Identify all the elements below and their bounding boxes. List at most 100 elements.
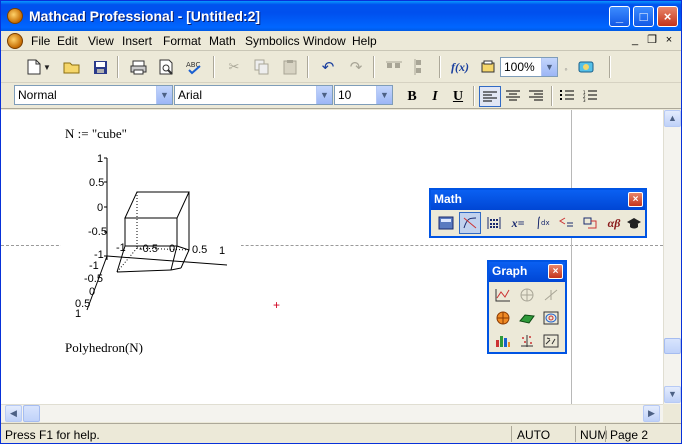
- evaluation-icon[interactable]: x=: [507, 212, 529, 234]
- font-size-select[interactable]: 10 ▼: [334, 85, 393, 105]
- menu-view[interactable]: View: [88, 34, 114, 48]
- x-tick-label: 0: [169, 243, 176, 255]
- doc-minimize-button[interactable]: _: [627, 33, 643, 48]
- paste-clipboard-icon[interactable]: [279, 56, 301, 78]
- align-left-button[interactable]: [479, 86, 501, 107]
- bold-button[interactable]: B: [401, 86, 423, 107]
- copy-icon[interactable]: [251, 56, 273, 78]
- window-title: Mathcad Professional - [Untitled:2]: [29, 8, 261, 24]
- document-icon[interactable]: [7, 33, 23, 49]
- function-call-region[interactable]: Polyhedron(N): [65, 340, 143, 356]
- toolbar-separator: [473, 86, 475, 106]
- align-center-button[interactable]: [502, 86, 524, 107]
- surface-plot-icon[interactable]: [516, 307, 538, 329]
- minimize-button[interactable]: _: [609, 6, 630, 27]
- mathcad-app-icon[interactable]: [7, 8, 23, 24]
- new-dropdown-arrow-icon[interactable]: ▼: [41, 56, 53, 78]
- 3d-bar-icon[interactable]: [492, 330, 514, 352]
- maximize-button[interactable]: □: [633, 6, 654, 27]
- math-palette-titlebar[interactable]: Math ×: [431, 190, 645, 210]
- 3d-plot-region[interactable]: 1 0.5 0 -0.5 -1 -1 -0.5 0 0.5 1 -1 -0.5 …: [61, 150, 241, 320]
- italic-button[interactable]: I: [424, 86, 446, 107]
- greek-icon[interactable]: αβ: [603, 212, 625, 234]
- calculus-icon[interactable]: dx: [531, 212, 553, 234]
- vector-field-icon[interactable]: [540, 330, 562, 352]
- save-disk-icon[interactable]: [89, 56, 111, 78]
- math-palette[interactable]: Math × x= dx αβ: [429, 188, 647, 238]
- open-folder-icon[interactable]: [61, 56, 83, 78]
- chevron-down-icon[interactable]: ▼: [541, 58, 557, 76]
- print-icon[interactable]: [127, 56, 149, 78]
- horizontal-scroll-thumb[interactable]: [23, 405, 40, 422]
- menu-math[interactable]: Math: [209, 34, 236, 48]
- underline-button[interactable]: U: [447, 86, 469, 107]
- menu-edit[interactable]: Edit: [57, 34, 78, 48]
- chevron-down-icon[interactable]: ▼: [376, 86, 392, 104]
- insert-unit-icon[interactable]: [477, 56, 499, 78]
- scroll-right-icon[interactable]: ▶: [643, 405, 660, 422]
- toolbar-separator: [213, 56, 215, 78]
- align-right-button[interactable]: [525, 86, 547, 107]
- definition-region[interactable]: N := "cube": [65, 126, 127, 142]
- cut-scissors-icon[interactable]: ✂: [223, 56, 245, 78]
- menu-help[interactable]: Help: [352, 34, 377, 48]
- worksheet-area[interactable]: N := "cube" 1 0.5 0 -0.5 -1 -1 -0.5 0 0.…: [1, 110, 663, 404]
- math-palette-close-icon[interactable]: ×: [628, 192, 643, 207]
- vertical-scroll-thumb[interactable]: [664, 338, 681, 354]
- menu-symbolics[interactable]: Symbolics: [245, 34, 300, 48]
- resource-center-icon[interactable]: [575, 56, 597, 78]
- status-page: Page 2: [610, 428, 649, 442]
- add-trace-icon[interactable]: [540, 284, 562, 306]
- menu-window[interactable]: Window: [303, 34, 346, 48]
- numbered-list-button[interactable]: 123: [579, 86, 601, 107]
- doc-close-button[interactable]: ×: [661, 33, 677, 48]
- close-button[interactable]: ×: [657, 6, 678, 27]
- title-bar[interactable]: Mathcad Professional - [Untitled:2] _ □ …: [1, 1, 681, 31]
- horizontal-scrollbar[interactable]: ◀ ▶: [1, 404, 663, 422]
- graph-toolbar-icon[interactable]: [459, 212, 481, 234]
- contour-plot-icon[interactable]: [540, 307, 562, 329]
- polar-plot-icon[interactable]: [516, 284, 538, 306]
- boolean-icon[interactable]: [555, 212, 577, 234]
- y-tick-label: -0.5: [84, 273, 103, 285]
- style-value: Normal: [18, 88, 57, 102]
- graph-palette-close-icon[interactable]: ×: [548, 264, 563, 279]
- 3d-scatter-icon[interactable]: [492, 307, 514, 329]
- graph-palette-title: Graph: [492, 264, 528, 278]
- scroll-up-icon[interactable]: ▲: [664, 110, 681, 127]
- vertical-scrollbar[interactable]: ▲ ▼: [663, 110, 681, 404]
- scroll-down-icon[interactable]: ▼: [664, 386, 681, 403]
- y-tick-label: 1: [75, 308, 82, 320]
- scatter-3d-icon[interactable]: [516, 330, 538, 352]
- style-select[interactable]: Normal ▼: [14, 85, 173, 105]
- zoom-extra-icon[interactable]: ◦: [561, 58, 571, 80]
- chevron-down-icon[interactable]: ▼: [156, 86, 172, 104]
- zoom-select[interactable]: 100% ▼: [500, 57, 558, 77]
- graph-palette-titlebar[interactable]: Graph ×: [489, 262, 565, 282]
- scrollbar-corner: [663, 404, 681, 422]
- status-divider: [605, 426, 606, 442]
- undo-icon[interactable]: ↶: [317, 56, 339, 78]
- menu-insert[interactable]: Insert: [122, 34, 152, 48]
- align-across-icon[interactable]: [383, 56, 405, 78]
- align-down-icon[interactable]: [409, 56, 431, 78]
- matrix-icon[interactable]: [483, 212, 505, 234]
- spell-check-icon[interactable]: ABC: [183, 56, 205, 78]
- toolbar-separator: [373, 56, 375, 78]
- bullet-list-button[interactable]: [556, 86, 578, 107]
- xy-plot-icon[interactable]: [492, 284, 514, 306]
- scroll-left-icon[interactable]: ◀: [5, 405, 22, 422]
- chevron-down-icon[interactable]: ▼: [316, 86, 332, 104]
- symbolic-keyword-icon[interactable]: [623, 212, 645, 234]
- insert-function-icon[interactable]: f(x): [449, 56, 471, 78]
- print-preview-icon[interactable]: [155, 56, 177, 78]
- toolbar-separator: [609, 56, 611, 78]
- programming-icon[interactable]: [579, 212, 601, 234]
- menu-format[interactable]: Format: [163, 34, 201, 48]
- graph-palette[interactable]: Graph ×: [487, 260, 567, 354]
- redo-icon[interactable]: ↷: [345, 56, 367, 78]
- calculator-icon[interactable]: [435, 212, 457, 234]
- doc-restore-button[interactable]: ❐: [644, 33, 660, 48]
- font-select[interactable]: Arial ▼: [174, 85, 333, 105]
- menu-file[interactable]: File: [31, 34, 50, 48]
